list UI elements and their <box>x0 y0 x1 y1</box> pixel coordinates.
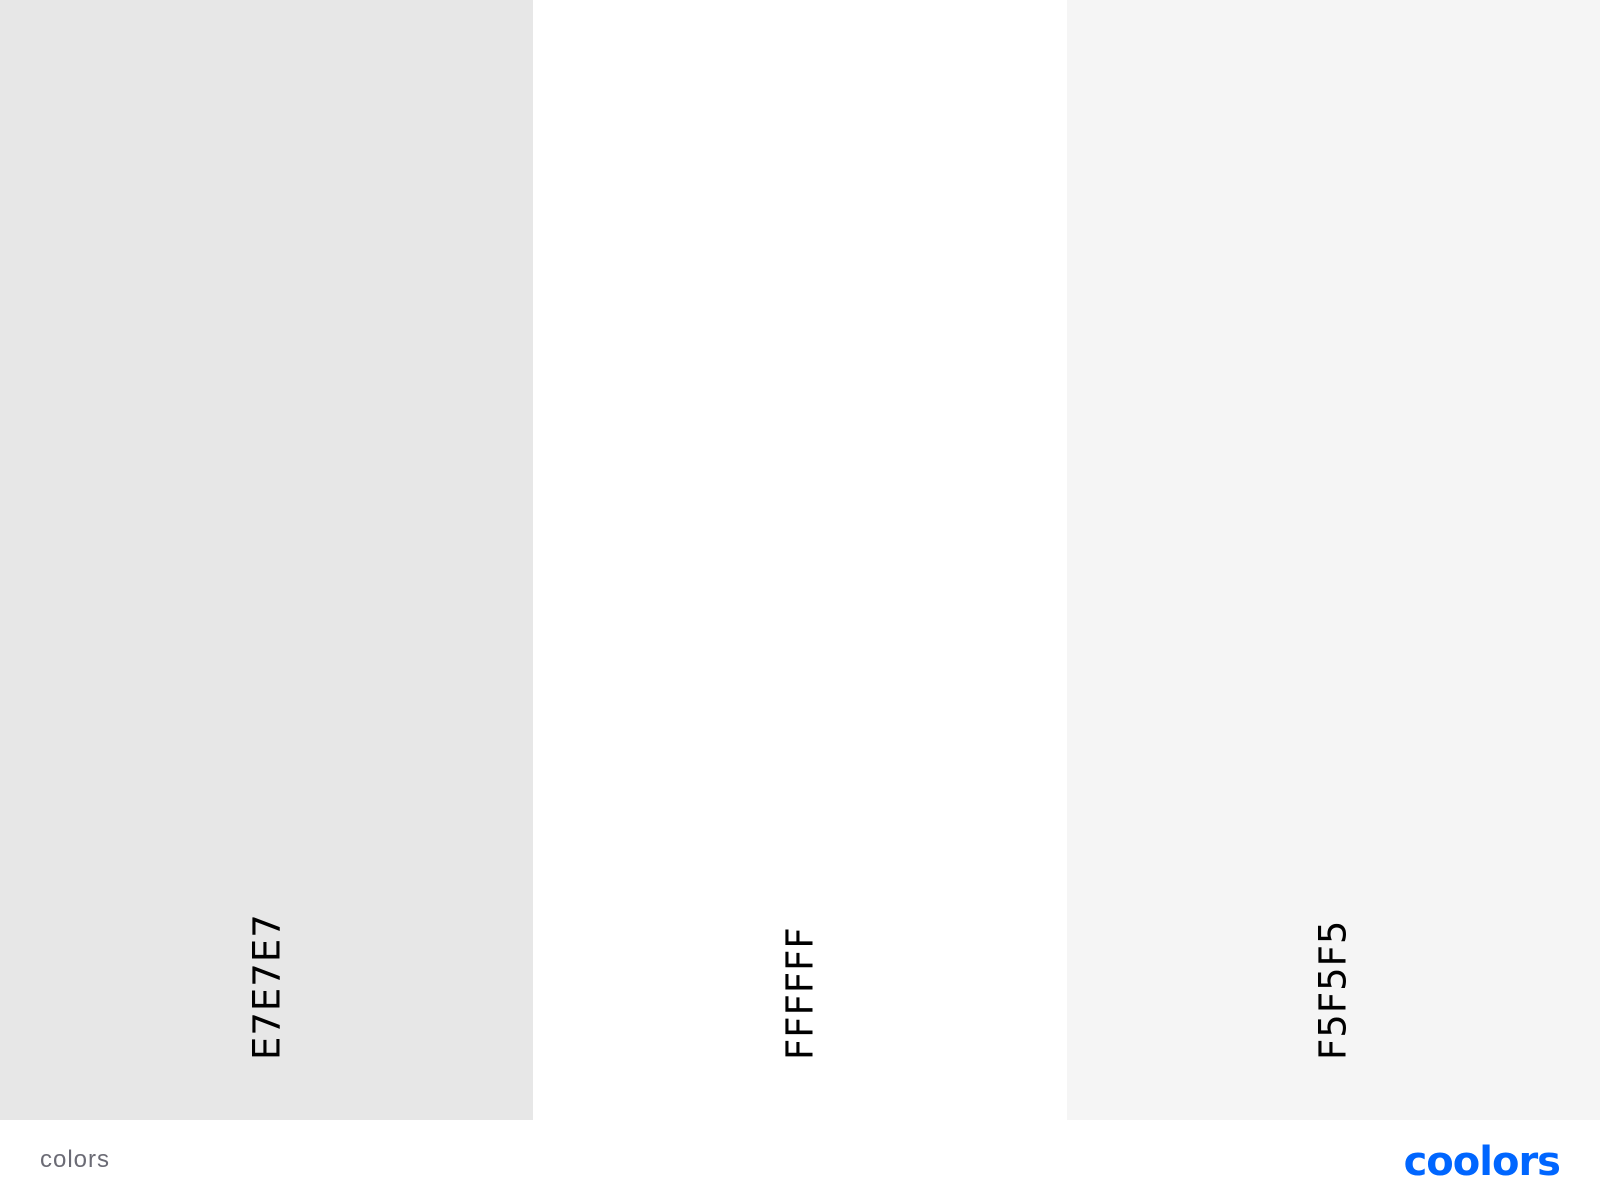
color-swatch-1[interactable]: E7E7E7 <box>0 0 534 1120</box>
footer: colors coolors <box>0 1120 1600 1200</box>
footer-label: colors <box>40 1146 111 1173</box>
swatch-hex-code[interactable]: F5F5F5 <box>1312 920 1355 1060</box>
swatch-hex-code[interactable]: E7E7E7 <box>245 913 288 1060</box>
coolors-logo[interactable]: coolors <box>1404 1142 1561 1182</box>
color-swatch-2[interactable]: FFFFFF <box>533 0 1067 1120</box>
color-palette: E7E7E7 FFFFFF F5F5F5 <box>0 0 1600 1120</box>
color-swatch-3[interactable]: F5F5F5 <box>1066 0 1600 1120</box>
swatch-hex-code[interactable]: FFFFFF <box>778 926 821 1060</box>
